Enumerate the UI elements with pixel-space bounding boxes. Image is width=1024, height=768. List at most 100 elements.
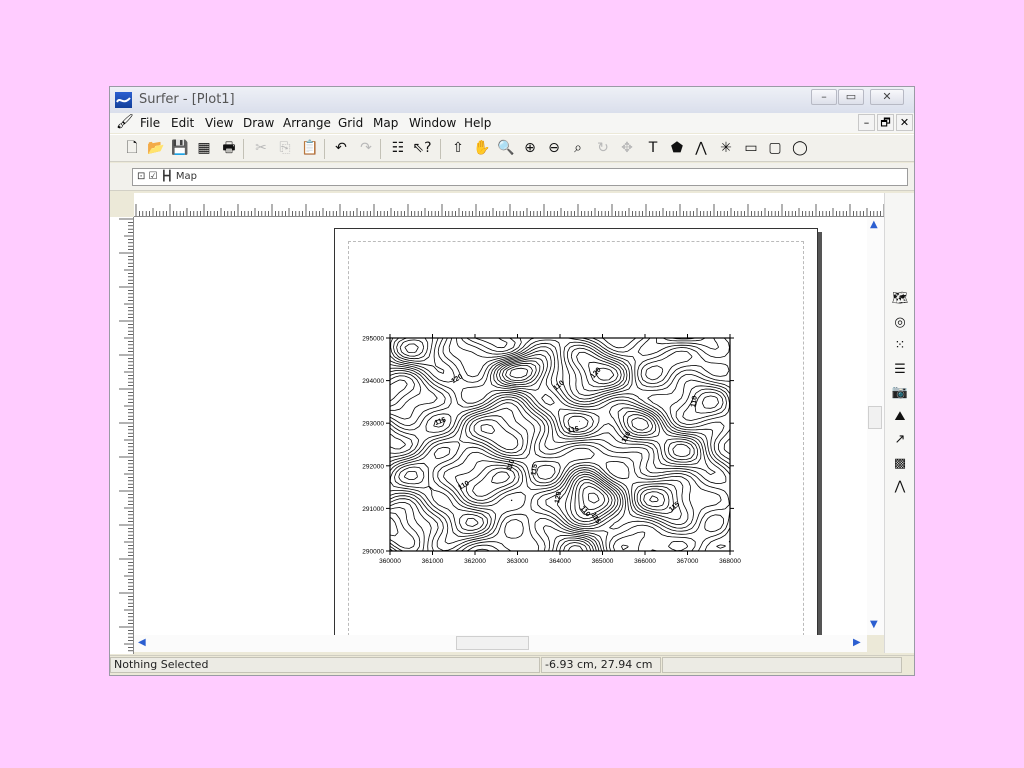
rectangle-icon[interactable]: ▭ xyxy=(741,139,761,157)
x-tick-label: 362000 xyxy=(464,558,486,565)
rounded-rectangle-icon[interactable]: ▢ xyxy=(765,139,785,157)
menu-edit[interactable]: Edit xyxy=(171,116,194,130)
toolbar-separator xyxy=(324,139,325,159)
zoom-in-icon[interactable]: ⊕ xyxy=(520,139,540,157)
zoom-out-icon[interactable]: ⊖ xyxy=(544,139,564,157)
contour-path xyxy=(389,337,731,552)
contour-map[interactable]: 295000 294000 293000 292000 291000 290000 3600… xyxy=(335,229,819,635)
status-selection: Nothing Selected xyxy=(110,657,540,673)
reshape-icon[interactable]: ✥ xyxy=(617,139,637,157)
close-button[interactable]: ✕ xyxy=(870,89,904,105)
plot-canvas[interactable]: 295000 294000 293000 292000 291000 290000 3600… xyxy=(134,217,867,635)
vertical-scrollbar[interactable]: ▲ ▼ xyxy=(867,217,884,635)
cut-icon[interactable]: ✂ xyxy=(251,139,271,157)
x-tick-label: 364000 xyxy=(549,558,571,565)
save-icon[interactable]: 💾 xyxy=(170,139,190,157)
x-tick-label: 365000 xyxy=(592,558,614,565)
window-title: Surfer - [Plot1] xyxy=(139,92,235,107)
pan-icon[interactable]: ✋ xyxy=(472,139,492,157)
x-tick-label: 363000 xyxy=(507,558,529,565)
contour-label: 115 xyxy=(567,426,579,435)
contour-label: 120 xyxy=(450,373,464,385)
image-map-icon[interactable]: 📷 xyxy=(890,384,910,402)
map-toolbar: 🗺 ◎ ⁙ ☰ 📷 ⛰ ↗ ▩ ⋀ xyxy=(884,193,914,653)
undo-icon[interactable]: ↶ xyxy=(331,139,351,157)
document-icon[interactable]: 🖌 xyxy=(116,114,134,130)
surfer-app-icon[interactable] xyxy=(115,92,132,108)
scroll-left-icon[interactable]: ◀ xyxy=(138,637,146,648)
status-extra xyxy=(662,657,902,673)
vector-map-icon[interactable]: ↗ xyxy=(890,431,910,449)
y-tick-label: 292000 xyxy=(362,463,384,470)
zoom-rectangle-icon[interactable]: ⌕ xyxy=(568,139,588,157)
scroll-right-icon[interactable]: ▶ xyxy=(853,637,861,648)
help-pointer-icon[interactable]: ⇖? xyxy=(412,139,432,157)
object-toolbar: ⊡ ☑ ┣┫ Map xyxy=(110,163,914,191)
status-bar: Nothing Selected -6.93 cm, 27.94 cm xyxy=(110,655,914,675)
menu-file[interactable]: File xyxy=(140,116,160,130)
post-map-icon[interactable]: ⁙ xyxy=(890,337,910,355)
vertical-ruler xyxy=(110,217,134,654)
menu-help[interactable]: Help xyxy=(464,116,491,130)
object-manager-icon[interactable]: ☷ xyxy=(388,139,408,157)
document-close-button[interactable]: ✕ xyxy=(896,114,913,131)
contour-label: 110 xyxy=(579,505,592,518)
menu-view[interactable]: View xyxy=(205,116,233,130)
horizontal-ruler xyxy=(134,193,884,217)
x-tick-label: 360000 xyxy=(379,558,401,565)
horizontal-scrollbar[interactable]: ◀ ▶ xyxy=(134,635,867,652)
new-icon[interactable]: 🗋 xyxy=(122,139,142,157)
contour-label: 110 xyxy=(552,379,565,392)
title-bar[interactable]: Surfer - [Plot1] – ▭ ✕ xyxy=(110,87,914,113)
contour-label: 115 xyxy=(668,501,681,514)
contour-label: 115 xyxy=(434,417,447,427)
ellipse-icon[interactable]: ◯ xyxy=(790,139,810,157)
scroll-down-icon[interactable]: ▼ xyxy=(870,619,878,630)
worksheet-icon[interactable]: ▦ xyxy=(194,139,214,157)
x-tick-label: 368000 xyxy=(719,558,741,565)
print-icon[interactable]: 🖶 xyxy=(219,139,239,157)
zoom-realtime-icon[interactable]: 🔍 xyxy=(496,139,516,157)
polygon-icon[interactable]: ⬟ xyxy=(667,139,687,157)
y-tick-label: 293000 xyxy=(362,421,384,428)
shaded-relief-map-icon[interactable]: ⛰ xyxy=(890,408,910,426)
contour-map-icon[interactable]: ◎ xyxy=(890,314,910,332)
menu-window[interactable]: Window xyxy=(409,116,456,130)
base-map-icon[interactable]: 🗺 xyxy=(890,290,910,308)
open-icon[interactable]: 📂 xyxy=(146,139,166,157)
select-icon[interactable]: ⇧ xyxy=(448,139,468,157)
toolbar-separator xyxy=(380,139,381,159)
surfer-window: Surfer - [Plot1] – ▭ ✕ 🖌 File Edit View … xyxy=(109,86,915,676)
menu-grid[interactable]: Grid xyxy=(338,116,363,130)
scroll-up-icon[interactable]: ▲ xyxy=(870,219,878,230)
symbol-icon[interactable]: ✳ xyxy=(716,139,736,157)
document-minimize-button[interactable]: – xyxy=(858,114,875,131)
menu-arrange[interactable]: Arrange xyxy=(283,116,331,130)
y-tick-label: 295000 xyxy=(362,336,384,343)
contour-label: 120 xyxy=(554,491,563,504)
copy-icon[interactable]: ⎘ xyxy=(275,139,295,157)
menu-map[interactable]: Map xyxy=(373,116,398,130)
y-tick-label: 294000 xyxy=(362,378,384,385)
document-restore-button[interactable]: 🗗 xyxy=(877,114,894,131)
x-tick-label: 361000 xyxy=(422,558,444,565)
wireframe-icon[interactable]: ▩ xyxy=(890,455,910,473)
vertical-scroll-thumb[interactable] xyxy=(868,406,882,429)
x-tick-label: 367000 xyxy=(677,558,699,565)
toolbar-separator xyxy=(243,139,244,159)
surface-icon[interactable]: ⋀ xyxy=(890,478,910,496)
horizontal-scroll-thumb[interactable] xyxy=(456,636,529,650)
classed-post-map-icon[interactable]: ☰ xyxy=(890,361,910,379)
redo-icon[interactable]: ↷ xyxy=(356,139,376,157)
polyline-icon[interactable]: ⋀ xyxy=(691,139,711,157)
menu-draw[interactable]: Draw xyxy=(243,116,274,130)
rotate-icon[interactable]: ↻ xyxy=(593,139,613,157)
maximize-button[interactable]: ▭ xyxy=(838,89,864,105)
toolbar-separator xyxy=(440,139,441,159)
paste-icon[interactable]: 📋 xyxy=(300,139,320,157)
text-icon[interactable]: T xyxy=(643,139,663,157)
contour-lines xyxy=(389,337,731,552)
minimize-button[interactable]: – xyxy=(811,89,837,105)
object-selector-combo[interactable]: ⊡ ☑ ┣┫ Map xyxy=(132,168,908,186)
main-toolbar: 🗋 📂 💾 ▦ 🖶 ✂ ⎘ 📋 ↶ ↷ ☷ ⇖? ⇧ ✋ 🔍 ⊕ ⊖ ⌕ ↻ ✥ T ⬟ ⋀ ✳ ▭ ▢ ◯ xyxy=(110,134,914,162)
